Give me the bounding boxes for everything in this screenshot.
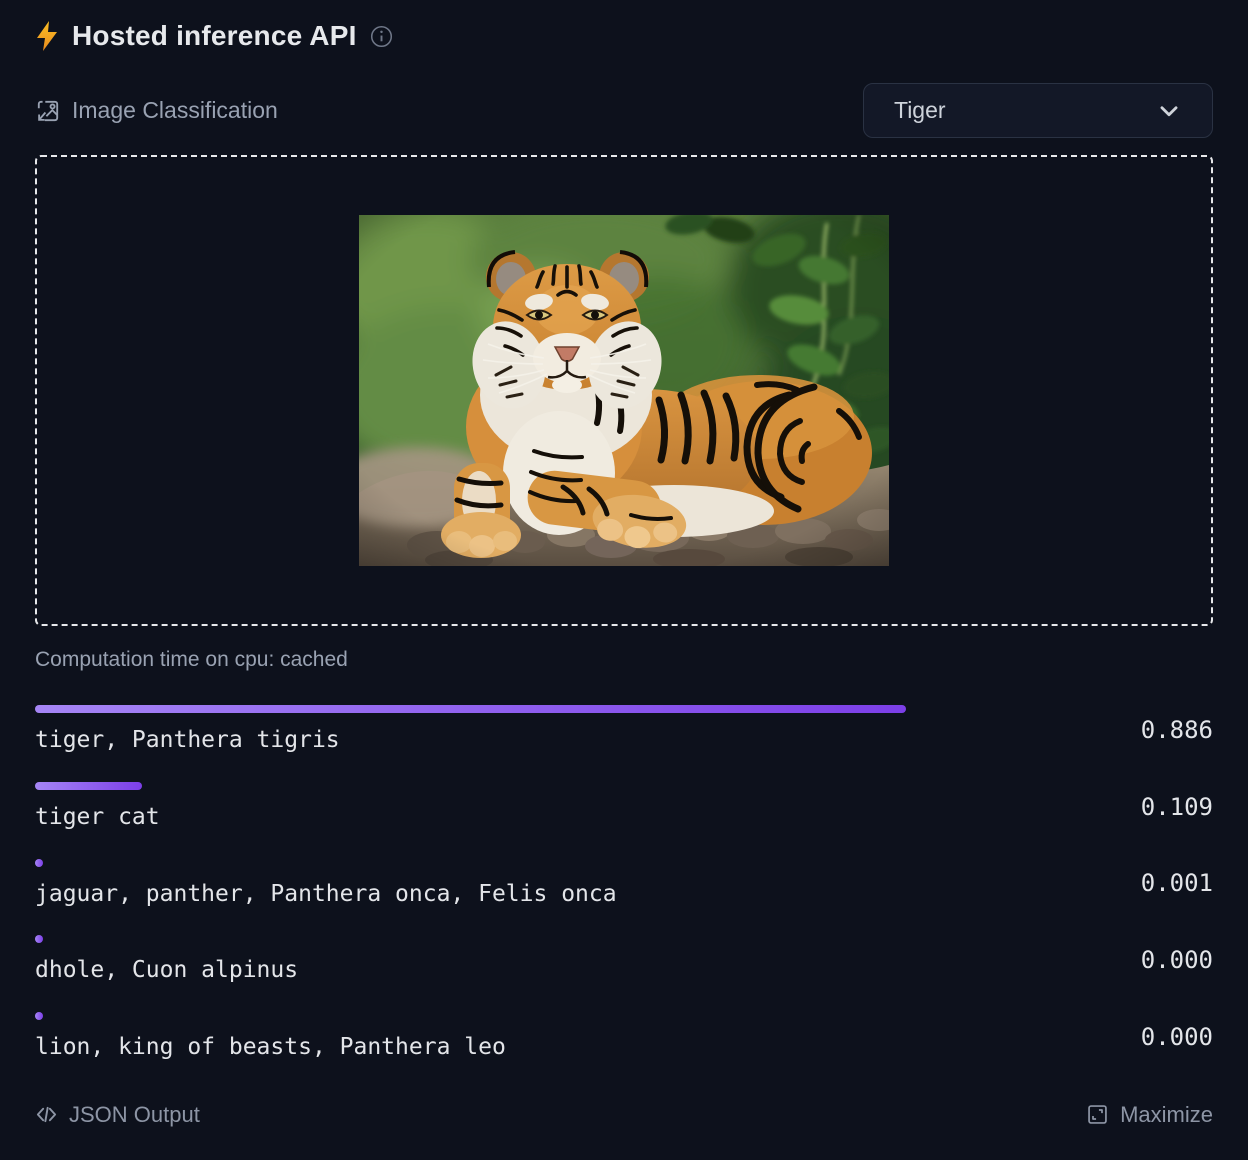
result-row: jaguar, panther, Panthera onca, Felis on…: [35, 859, 1213, 909]
example-image-tiger: [359, 215, 889, 566]
example-selector[interactable]: Tiger: [863, 83, 1213, 138]
score-bar: [35, 859, 43, 867]
task-label: Image Classification: [72, 97, 278, 124]
result-label: tiger cat: [35, 803, 1018, 832]
page-title: Hosted inference API: [72, 20, 357, 52]
result-row: tiger, Panthera tigris 0.886: [35, 705, 1213, 755]
score-bar: [35, 935, 43, 943]
maximize-icon: [1086, 1103, 1109, 1126]
image-dropzone[interactable]: [35, 155, 1213, 626]
result-row: tiger cat 0.109: [35, 782, 1213, 832]
maximize-button[interactable]: Maximize: [1086, 1102, 1213, 1128]
result-label: jaguar, panther, Panthera onca, Felis on…: [35, 880, 1018, 909]
score-bar: [35, 1012, 43, 1020]
result-score: 0.109: [1123, 793, 1213, 821]
task-label-group: Image Classification: [35, 97, 278, 124]
widget-footer: JSON Output Maximize: [35, 1102, 1213, 1128]
chevron-down-icon: [1156, 98, 1182, 124]
info-icon[interactable]: [370, 25, 393, 48]
task-row: Image Classification Tiger: [35, 83, 1213, 138]
result-score: 0.001: [1123, 869, 1213, 897]
lightning-icon: [35, 20, 59, 52]
example-selector-value: Tiger: [894, 97, 946, 124]
result-score: 0.886: [1123, 716, 1213, 744]
result-label: tiger, Panthera tigris: [35, 726, 1018, 755]
maximize-label: Maximize: [1120, 1102, 1213, 1128]
classification-results: tiger, Panthera tigris 0.886 tiger cat 0…: [35, 705, 1213, 1062]
hosted-inference-widget: Hosted inference API Image Cla: [0, 0, 1248, 1160]
result-score: 0.000: [1123, 946, 1213, 974]
result-row: lion, king of beasts, Panthera leo 0.000: [35, 1012, 1213, 1062]
result-row: dhole, Cuon alpinus 0.000: [35, 935, 1213, 985]
image-classification-icon: [35, 98, 61, 124]
score-bar: [35, 705, 906, 713]
json-output-button[interactable]: JSON Output: [35, 1102, 200, 1128]
widget-header: Hosted inference API: [35, 20, 1213, 52]
json-output-label: JSON Output: [69, 1102, 200, 1128]
computation-time: Computation time on cpu: cached: [35, 648, 1213, 672]
result-label: dhole, Cuon alpinus: [35, 956, 1018, 985]
score-bar: [35, 782, 142, 790]
result-score: 0.000: [1123, 1023, 1213, 1051]
result-label: lion, king of beasts, Panthera leo: [35, 1033, 1018, 1062]
code-icon: [35, 1103, 58, 1126]
